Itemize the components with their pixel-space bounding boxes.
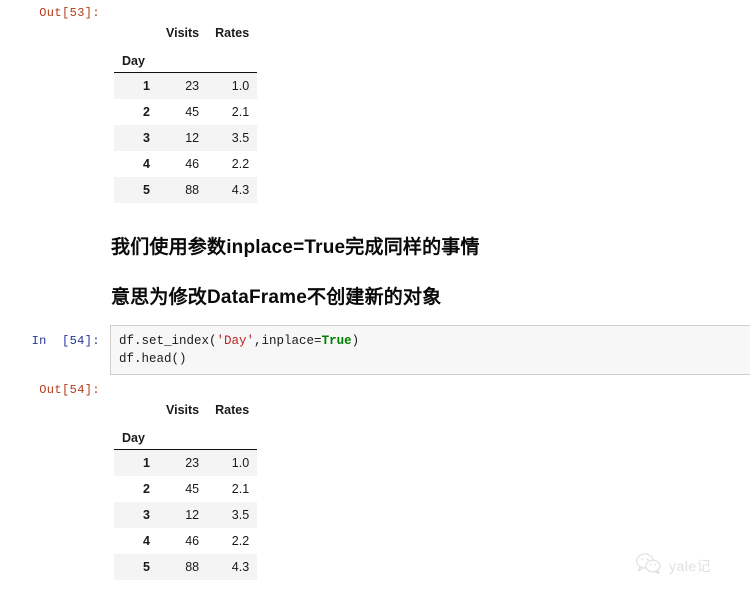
table-row: 2 45 2.1 — [114, 475, 258, 502]
table-index-name-row: Day — [114, 42, 258, 73]
wechat-icon — [636, 553, 662, 579]
cell-visits: 23 — [158, 449, 208, 476]
cell-rates: 1.0 — [207, 72, 258, 99]
cell-rates: 2.1 — [207, 98, 258, 125]
code-line-2[interactable]: df.head() — [119, 350, 750, 368]
code-line-1[interactable]: df.set_index('Day',inplace=True) — [119, 332, 750, 350]
table-row: 3 12 3.5 — [114, 501, 258, 528]
cell-visits: 88 — [158, 176, 208, 203]
column-header-visits: Visits — [158, 395, 208, 419]
dataframe-table: Visits Rates Day 1 23 1.0 2 45 2.1 3 12 … — [114, 395, 258, 580]
row-index: 5 — [114, 176, 158, 203]
table-row: 4 46 2.2 — [114, 527, 258, 554]
cell-visits: 46 — [158, 150, 208, 177]
code-token-keyword: True — [321, 334, 352, 348]
table-row: 5 88 4.3 — [114, 176, 258, 203]
cell-visits: 88 — [158, 553, 208, 580]
watermark: yale记 — [636, 553, 711, 579]
table-row: 1 23 1.0 — [114, 72, 258, 99]
code-token-plain: ,inplace= — [254, 334, 322, 348]
dataframe-output-54: Visits Rates Day 1 23 1.0 2 45 2.1 3 12 … — [114, 395, 258, 580]
index-rule-cell-1 — [158, 419, 208, 450]
dataframe-output-53: Visits Rates Day 1 23 1.0 2 45 2.1 3 12 … — [114, 18, 258, 203]
row-index: 4 — [114, 150, 158, 177]
table-row: 4 46 2.2 — [114, 150, 258, 177]
output-prompt-54: Out[54]: — [39, 383, 100, 397]
dataframe-table: Visits Rates Day 1 23 1.0 2 45 2.1 3 12 … — [114, 18, 258, 203]
markdown-line-2: 意思为修改DataFrame不创建新的对象 — [111, 287, 442, 308]
column-header-rates: Rates — [207, 395, 258, 419]
index-rule-cell-2 — [207, 42, 258, 73]
code-token-plain: df.set_index( — [119, 334, 217, 348]
table-body: 1 23 1.0 2 45 2.1 3 12 3.5 4 46 2.2 5 88 — [114, 449, 258, 580]
row-index: 4 — [114, 527, 158, 554]
watermark-text: yale记 — [669, 558, 712, 574]
index-rule-cell-2 — [207, 419, 258, 450]
row-index: 1 — [114, 72, 158, 99]
corner-cell — [114, 395, 158, 419]
row-index: 3 — [114, 501, 158, 528]
code-token-plain: ) — [351, 334, 360, 348]
table-row: 2 45 2.1 — [114, 98, 258, 125]
code-token-string: 'Day' — [216, 334, 255, 348]
cell-rates: 2.1 — [207, 475, 258, 502]
cell-rates: 1.0 — [207, 449, 258, 476]
cell-rates: 3.5 — [207, 501, 258, 528]
table-header-row: Visits Rates — [114, 18, 258, 42]
cell-visits: 23 — [158, 72, 208, 99]
output-prompt-53: Out[53]: — [39, 6, 100, 20]
table-row: 5 88 4.3 — [114, 553, 258, 580]
column-header-rates: Rates — [207, 18, 258, 42]
cell-visits: 46 — [158, 527, 208, 554]
cell-rates: 2.2 — [207, 150, 258, 177]
code-input-cell[interactable]: df.set_index('Day',inplace=True) df.head… — [110, 325, 750, 375]
index-rule-cell-1 — [158, 42, 208, 73]
table-head: Visits Rates Day — [114, 395, 258, 450]
table-header-row: Visits Rates — [114, 395, 258, 419]
input-prompt-54: In [54]: — [31, 334, 100, 348]
row-index: 2 — [114, 98, 158, 125]
cell-rates: 4.3 — [207, 553, 258, 580]
cell-visits: 45 — [158, 475, 208, 502]
table-row: 3 12 3.5 — [114, 124, 258, 151]
index-name-cell: Day — [114, 42, 158, 73]
row-index: 3 — [114, 124, 158, 151]
cell-rates: 2.2 — [207, 527, 258, 554]
cell-visits: 12 — [158, 124, 208, 151]
row-index: 2 — [114, 475, 158, 502]
code-token-plain: df.head() — [119, 352, 187, 366]
row-index: 1 — [114, 449, 158, 476]
column-header-visits: Visits — [158, 18, 208, 42]
table-row: 1 23 1.0 — [114, 449, 258, 476]
cell-visits: 45 — [158, 98, 208, 125]
table-body: 1 23 1.0 2 45 2.1 3 12 3.5 4 46 2.2 5 88 — [114, 72, 258, 203]
cell-visits: 12 — [158, 501, 208, 528]
cell-rates: 3.5 — [207, 124, 258, 151]
table-index-name-row: Day — [114, 419, 258, 450]
index-name-cell: Day — [114, 419, 158, 450]
cell-rates: 4.3 — [207, 176, 258, 203]
markdown-line-1: 我们使用参数inplace=True完成同样的事情 — [111, 237, 480, 258]
table-head: Visits Rates Day — [114, 18, 258, 73]
corner-cell — [114, 18, 158, 42]
row-index: 5 — [114, 553, 158, 580]
